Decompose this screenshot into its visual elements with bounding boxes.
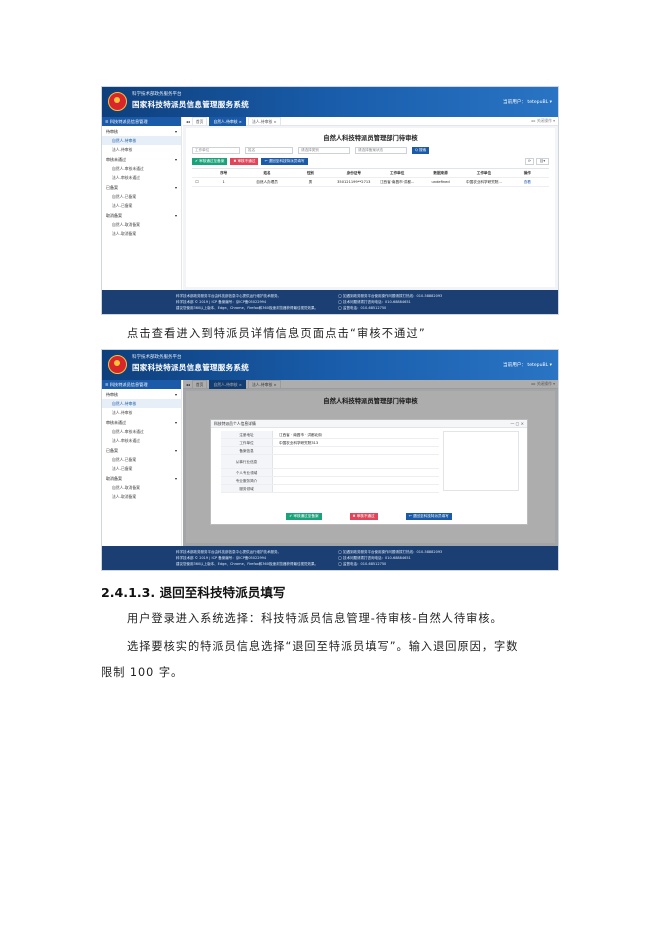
paragraph-1: 用户登录进入系统选择：科技特派员信息管理-待审核-自然人待审核。 <box>127 612 503 625</box>
current-user-menu[interactable]: 当前用户： tetepuBL ▾ <box>503 99 552 105</box>
filter-bar: 工作单位 姓名 请选择类别 请选择备案状态 Q 搜索 <box>186 142 555 154</box>
sidebar-item-legal-pending[interactable]: 法人-待审核 <box>102 145 181 154</box>
table-row[interactable]: ☐ 1 自然人办理员 男 350121199**2713 江西省·南昌市·洪都.… <box>192 178 549 187</box>
modal-reject-button[interactable]: ✖ 审核不通过 <box>349 513 378 520</box>
main-area: ◂◂ 首页 自然人-待审核 × 法人-待审核 × ▸▸ 关闭操作 ▾ 自然人科技… <box>183 116 558 290</box>
sidebar: ≡ 科技特派员信息管理 待审核 ▾ 自然人-待审核 法人-待审核 审核未通过 ▾ 自… <box>102 380 182 546</box>
content-panel: 自然人科技特派员管理部门待审核 工作单位 姓名 请选择类别 请选择备案状态 Q … <box>186 128 555 287</box>
tab-natural-pending[interactable]: 自然人-待审核 × <box>209 116 246 126</box>
sidebar-item-legal-pending[interactable]: 法人-待审核 <box>102 408 181 417</box>
tab-home[interactable]: 首页 <box>191 116 208 126</box>
records-table: 序号 姓名 性别 身份证号 工作单位 数据来源 工作单位 操作 ☐ 1 自然人办… <box>192 168 549 187</box>
table-header: 序号 姓名 性别 身份证号 工作单位 数据来源 工作单位 操作 <box>192 169 549 178</box>
category-select[interactable]: 请选择类别 <box>298 147 350 154</box>
row-checkbox[interactable]: ☐ <box>192 178 202 186</box>
section-heading: 2.4.1.3. 退回至科技特派员填写 <box>101 585 286 600</box>
sidebar-item-natural-pending[interactable]: 自然人-待审核 <box>102 399 181 408</box>
page-title: 自然人科技特派员管理部门待审核 <box>323 135 418 142</box>
action-bar: ✔ 审核通过至备案 ✖ 审核不通过 ↩ 退回至科技特派员填写 ⟳ 目▾ <box>186 154 555 165</box>
detail-table: 注册地址 江西省 · 南昌市 · 洪都北街 工作单位 中国农业科学研究院313 备案… <box>221 431 439 493</box>
sidebar-item-legal-rejected[interactable]: 法人-审核未通过 <box>102 173 181 182</box>
modal-header: 科技特派员个人信息详情 — ▢ × <box>211 420 527 428</box>
sidebar-item-natural-cancelled[interactable]: 自然人-取消备案 <box>102 220 181 229</box>
app-header: 科学技术部政务服务平台 国家科技特派员信息管理服务系统 当前用户： tetepu… <box>102 350 558 380</box>
app-subtitle: 科学技术部政务服务平台 <box>132 92 182 97</box>
sidebar-item-legal-cancelled[interactable]: 法人-取消备案 <box>102 492 181 501</box>
work-unit-input[interactable]: 工作单位 <box>192 147 240 154</box>
sidebar-group-filed[interactable]: 已备案 ▾ <box>102 445 181 455</box>
sidebar-item-natural-pending[interactable]: 自然人-待审核 <box>102 136 181 145</box>
sidebar-item-natural-cancelled[interactable]: 自然人-取消备案 <box>102 483 181 492</box>
app-header: 科学技术部政务服务平台 国家科技特派员信息管理服务系统 当前用户： tetepu… <box>102 87 558 117</box>
reject-button[interactable]: ✖ 审核不通过 <box>230 158 259 165</box>
sidebar-item-natural-rejected[interactable]: 自然人-审核未通过 <box>102 427 181 436</box>
screenshot-detail-modal: 科学技术部政务服务平台 国家科技特派员信息管理服务系统 当前用户： tetepu… <box>101 349 559 571</box>
view-link[interactable]: 查看 <box>506 178 549 186</box>
sidebar-item-legal-filed[interactable]: 法人-已备案 <box>102 201 181 210</box>
sidebar-item-legal-rejected[interactable]: 法人-审核未通过 <box>102 436 181 445</box>
window-controls-icon[interactable]: — ▢ × <box>510 420 524 428</box>
return-button[interactable]: ↩ 退回至科技特派员填写 <box>261 158 308 165</box>
detail-photo-area <box>443 431 519 491</box>
refresh-icon[interactable]: ⟳ <box>525 158 534 165</box>
sidebar-item-legal-filed[interactable]: 法人-已备案 <box>102 464 181 473</box>
current-user-menu[interactable]: 当前用户： tetepuBL ▾ <box>503 362 552 368</box>
tab-nav-left[interactable]: ◂◂ <box>186 119 190 124</box>
tab-bar: ◂◂ 首页 自然人-待审核 × 法人-待审核 × ▸▸ 关闭操作 ▾ <box>183 116 558 126</box>
app-subtitle: 科学技术部政务服务平台 <box>132 355 182 360</box>
modal-return-button[interactable]: ↩ 退回至科技特派员填写 <box>405 513 452 520</box>
sidebar-group-rejected[interactable]: 审核未通过 ▾ <box>102 417 181 427</box>
sidebar-item-legal-cancelled[interactable]: 法人-取消备案 <box>102 229 181 238</box>
screenshot-list-view: 科学技术部政务服务平台 国家科技特派员信息管理服务系统 当前用户： tetepu… <box>101 86 559 315</box>
paragraph-3: 限制 100 字。 <box>101 666 184 679</box>
sidebar-header[interactable]: ≡ 科技特派员信息管理 <box>102 380 181 389</box>
sidebar-item-natural-rejected[interactable]: 自然人-审核未通过 <box>102 164 181 173</box>
figure-caption: 点击查看进入到特派员详情信息页面点击“审核不通过” <box>127 327 426 340</box>
search-button[interactable]: Q 搜索 <box>412 147 430 154</box>
detail-modal: 科技特派员个人信息详情 — ▢ × 注册地址 江西省 · 南昌市 · 洪都北街 工… <box>210 419 528 525</box>
national-emblem-icon <box>108 92 127 111</box>
paragraph-2: 选择要核实的特派员信息选择“退回至特派员填写”。输入退回原因，字数 <box>127 640 519 653</box>
modal-title: 科技特派员个人信息详情 <box>214 421 256 426</box>
name-input[interactable]: 姓名 <box>245 147 293 154</box>
app-title: 国家科技特派员信息管理服务系统 <box>132 100 249 109</box>
sidebar: ≡ 科技特派员信息管理 待审核 ▾ 自然人-待审核 法人-待审核 审核未通过 ▾ 自… <box>102 117 182 290</box>
footer: 科学技术部政务服务平台由科技部信息中心提供运行维护技术服务。 科学技术部 © 2… <box>102 546 558 570</box>
modal-approve-button[interactable]: ✔ 审核通过至备案 <box>286 513 322 520</box>
sidebar-group-pending[interactable]: 待审核 ▾ <box>102 389 181 399</box>
sidebar-group-cancelled[interactable]: 取消备案 ▾ <box>102 473 181 483</box>
sidebar-header[interactable]: ≡ 科技特派员信息管理 <box>102 117 181 126</box>
sidebar-group-filed[interactable]: 已备案 ▾ <box>102 182 181 192</box>
national-emblem-icon <box>108 355 127 374</box>
modal-actions: ✔ 审核通过至备案 ✖ 审核不通过 ↩ 退回至科技特派员填写 <box>211 513 527 520</box>
sidebar-group-rejected[interactable]: 审核未通过 ▾ <box>102 154 181 164</box>
footer: 科学技术部政务服务平台由科技部信息中心提供运行维护技术服务。 科学技术部 © 2… <box>102 290 558 314</box>
app-title: 国家科技特派员信息管理服务系统 <box>132 363 249 372</box>
sidebar-item-natural-filed[interactable]: 自然人-已备案 <box>102 192 181 201</box>
sidebar-group-pending[interactable]: 待审核 ▾ <box>102 126 181 136</box>
sidebar-item-natural-filed[interactable]: 自然人-已备案 <box>102 455 181 464</box>
columns-icon[interactable]: 目▾ <box>536 158 549 165</box>
status-select[interactable]: 请选择备案状态 <box>355 147 407 154</box>
tab-legal-pending[interactable]: 法人-待审核 × <box>247 116 281 126</box>
sidebar-group-cancelled[interactable]: 取消备案 ▾ <box>102 210 181 220</box>
approve-button[interactable]: ✔ 审核通过至备案 <box>192 158 228 165</box>
tab-close-menu[interactable]: ▸▸ 关闭操作 ▾ <box>532 118 558 124</box>
